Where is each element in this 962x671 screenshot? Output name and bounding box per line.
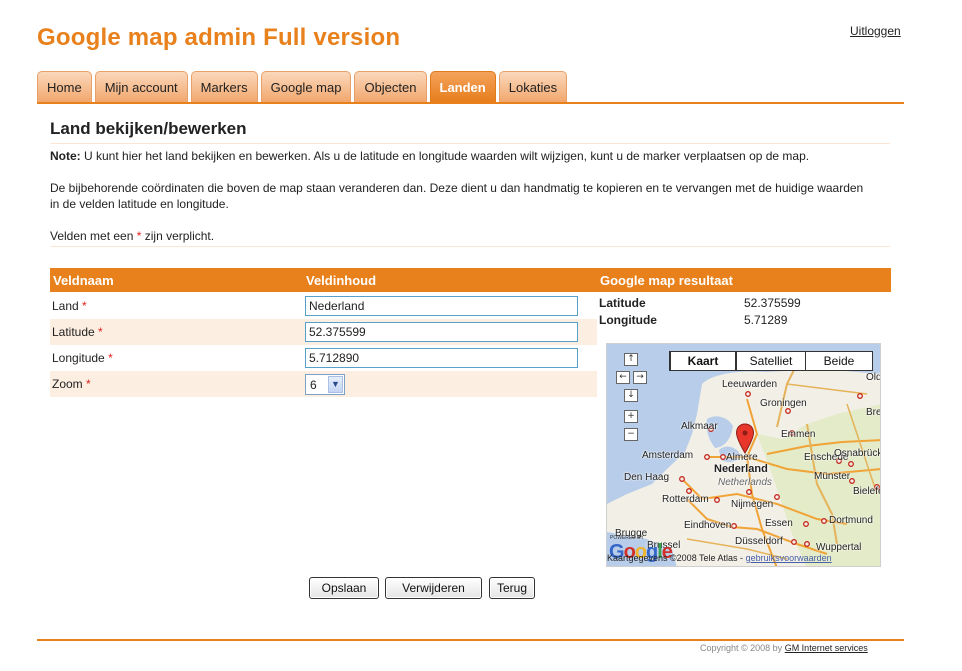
- form-row-latitude: Latitude *: [50, 319, 597, 345]
- result-latitude-value: 52.375599: [744, 296, 801, 310]
- map-city-bremen: Bre: [866, 407, 881, 418]
- tab-objecten[interactable]: Objecten: [354, 71, 427, 102]
- main-nav-tabs: Home Mijn account Markers Google map Obj…: [37, 71, 570, 102]
- map-city-munster: Münster: [814, 471, 851, 482]
- land-input[interactable]: [305, 296, 578, 316]
- delete-button[interactable]: Verwijderen: [385, 577, 482, 599]
- tab-landen[interactable]: Landen: [429, 71, 496, 102]
- map-type-beide[interactable]: Beide: [805, 351, 873, 371]
- map-copyright: Kaartgegevens ©2008 Tele Atlas - gebruik…: [607, 553, 832, 563]
- map-city-alkmaar: Alkmaar: [681, 421, 718, 432]
- title-divider: [50, 143, 890, 144]
- map-city-osnabruck: Osnabrück: [834, 448, 881, 459]
- result-longitude-label: Longitude: [599, 313, 657, 327]
- pan-right-icon[interactable]: →: [633, 371, 647, 384]
- app-title: Google map admin Full version: [37, 24, 401, 51]
- logout-link[interactable]: Uitloggen: [850, 24, 901, 38]
- column-header-veldnaam: Veldnaam: [53, 273, 114, 288]
- zoom-select-value: 6: [310, 378, 317, 392]
- map-city-rotterdam: Rotterdam: [662, 494, 709, 505]
- map-terms-link[interactable]: gebruiksvoorwaarden: [746, 553, 832, 563]
- note-label: Note:: [50, 149, 81, 163]
- zoom-select[interactable]: 6 ▼: [305, 374, 345, 395]
- tab-lokaties[interactable]: Lokaties: [498, 71, 568, 102]
- longitude-label: Longitude *: [52, 351, 113, 365]
- map-city-eindhoven: Eindhoven: [684, 520, 732, 531]
- map-city-leeuwarden: Leeuwarden: [722, 379, 778, 390]
- required-note: Velden met een * zijn verplicht.: [50, 229, 215, 243]
- intro-divider: [50, 246, 890, 247]
- zoom-label: Zoom *: [52, 377, 91, 391]
- column-header-veldinhoud: Veldinhoud: [306, 273, 377, 288]
- map-city-amsterdam: Amsterdam: [642, 450, 694, 461]
- note-text: U kunt hier het land bekijken en bewerke…: [80, 149, 810, 163]
- save-button[interactable]: Opslaan: [309, 577, 379, 599]
- map-city-bielefeld: Bielefe: [853, 486, 881, 497]
- footer-divider: [37, 639, 904, 641]
- note-paragraph: Note: U kunt hier het land bekijken en b…: [50, 148, 885, 164]
- form-row-land: Land *: [50, 293, 597, 319]
- coords-paragraph: De bijbehorende coördinaten die boven de…: [50, 181, 864, 211]
- map-label-nederland: Nederland: [714, 463, 768, 475]
- latitude-input[interactable]: [305, 322, 578, 342]
- map-type-control: Kaart Satelliet Beide: [669, 351, 873, 371]
- map-type-satelliet[interactable]: Satelliet: [736, 351, 806, 371]
- map-city-dusseldorf: Düsseldorf: [735, 536, 783, 547]
- map-type-kaart[interactable]: Kaart: [669, 351, 737, 371]
- zoom-out-icon[interactable]: −: [624, 428, 638, 441]
- back-button[interactable]: Terug: [489, 577, 535, 599]
- footer-copyright: Copyright © 2008 by GM Internet services: [700, 643, 868, 653]
- tab-mijn-account[interactable]: Mijn account: [94, 71, 188, 102]
- map-city-essen: Essen: [765, 518, 793, 529]
- form-row-zoom: Zoom * 6 ▼: [50, 371, 597, 397]
- pan-left-icon[interactable]: ←: [616, 371, 630, 384]
- tab-markers[interactable]: Markers: [190, 71, 258, 102]
- google-map[interactable]: ↑ ← → ↓ + − Kaart Satelliet Beide Leeuwa…: [606, 343, 881, 567]
- tab-home[interactable]: Home: [37, 71, 92, 102]
- map-city-nijmegen: Nijmegen: [731, 499, 774, 510]
- map-city-wuppertal: Wuppertal: [816, 542, 862, 553]
- map-city-oldenburg: Old: [866, 372, 881, 383]
- longitude-input[interactable]: [305, 348, 578, 368]
- pan-down-icon[interactable]: ↓: [624, 389, 638, 402]
- page-title: Land bekijken/bewerken: [50, 119, 247, 138]
- map-result-header: Google map resultaat: [597, 268, 891, 292]
- map-city-emmen: Emmen: [781, 429, 816, 440]
- tab-underline: [37, 102, 904, 104]
- chevron-down-icon[interactable]: ▼: [328, 376, 343, 393]
- pan-up-icon[interactable]: ↑: [624, 353, 638, 366]
- land-label: Land *: [52, 299, 87, 313]
- map-label-netherlands: Netherlands: [718, 477, 772, 488]
- latitude-label: Latitude *: [52, 325, 103, 339]
- result-latitude-label: Latitude: [599, 296, 646, 310]
- form-table-header: Veldnaam Veldinhoud: [50, 268, 597, 292]
- tab-google-map[interactable]: Google map: [260, 71, 352, 102]
- form-row-longitude: Longitude *: [50, 345, 597, 371]
- map-city-groningen: Groningen: [760, 398, 807, 409]
- map-marker-icon[interactable]: [735, 423, 755, 455]
- company-link[interactable]: GM Internet services: [785, 643, 868, 653]
- result-longitude-value: 5.71289: [744, 313, 788, 327]
- zoom-in-icon[interactable]: +: [624, 410, 638, 423]
- map-city-den-haag: Den Haag: [624, 472, 670, 483]
- map-city-dortmund: Dortmund: [829, 515, 873, 526]
